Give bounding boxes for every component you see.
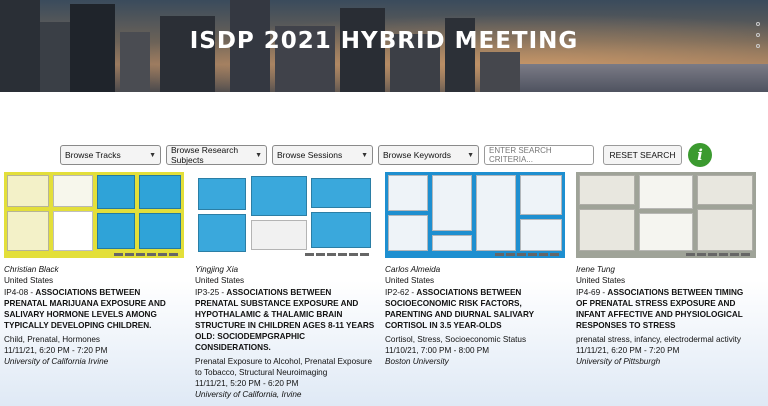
browse-sessions-label: Browse Sessions	[277, 150, 343, 160]
reset-search-button[interactable]: RESET SEARCH	[603, 145, 682, 165]
search-input[interactable]: ENTER SEARCH CRITERIA...	[484, 145, 594, 165]
poster-code: IP4-08	[4, 288, 29, 297]
browse-sessions-select[interactable]: Browse Sessions ▼	[272, 145, 373, 165]
author-name: Irene Tung	[576, 265, 615, 274]
author-country: United States	[576, 276, 626, 285]
browse-keywords-select[interactable]: Browse Keywords ▼	[378, 145, 479, 165]
poster-title-text: ASSOCIATIONS BETWEEN PRENATAL MARIJUANA …	[4, 288, 166, 330]
poster-thumbnail[interactable]	[385, 172, 565, 258]
poster-time: 11/11/21, 6:20 PM - 7:20 PM	[4, 346, 108, 355]
author-name: Carlos Almeida	[385, 265, 441, 274]
chevron-down-icon: ▼	[361, 151, 368, 159]
poster-keywords: Prenatal Exposure to Alcohol, Prenatal E…	[195, 357, 373, 377]
poster-title[interactable]: IP4-69 - ASSOCIATIONS BETWEEN TIMING OF …	[576, 287, 756, 331]
poster-time: 11/10/21, 7:00 PM - 8:00 PM	[385, 346, 490, 355]
poster-title[interactable]: IP4-08 - ASSOCIATIONS BETWEEN PRENATAL M…	[4, 287, 184, 331]
chevron-down-icon: ▼	[467, 151, 474, 159]
browse-tracks-label: Browse Tracks	[65, 150, 121, 160]
chevron-down-icon: ▼	[149, 151, 156, 159]
poster-institution: University of California Irvine	[4, 357, 109, 366]
poster-code: IP2-62	[385, 288, 410, 297]
poster-keywords: Cortisol, Stress, Socioeconomic Status	[385, 335, 527, 344]
poster-title[interactable]: IP3-25 - ASSOCIATIONS BETWEEN PRENATAL S…	[195, 287, 375, 353]
poster-code: IP4-69	[576, 288, 601, 297]
author-name: Yingjing Xia	[195, 265, 239, 274]
author-name: Christian Black	[4, 265, 59, 274]
poster-keywords: Child, Prenatal, Hormones	[4, 335, 101, 344]
poster-title-text: ASSOCIATIONS BETWEEN TIMING OF PRENATAL …	[576, 288, 744, 330]
poster-time: 11/11/21, 5:20 PM - 6:20 PM	[195, 379, 299, 388]
poster-institution: University of Pittsburgh	[576, 357, 661, 366]
poster-thumbnail[interactable]	[195, 172, 375, 258]
poster-card[interactable]: Carlos Almeida United States IP2-62 - AS…	[385, 172, 565, 367]
poster-card[interactable]: Christian Black United States IP4-08 - A…	[4, 172, 184, 367]
page-title: ISDP 2021 HYBRID MEETING	[189, 28, 579, 54]
header-banner: ISDP 2021 HYBRID MEETING	[0, 0, 768, 92]
poster-title[interactable]: IP2-62 - ASSOCIATIONS BETWEEN SOCIOECONO…	[385, 287, 565, 331]
poster-institution: Boston University	[385, 357, 449, 366]
carousel-dots[interactable]	[756, 22, 760, 55]
author-country: United States	[385, 276, 435, 285]
info-icon[interactable]: i	[688, 143, 712, 167]
poster-keywords: prenatal stress, infancy, electrodermal …	[576, 335, 742, 344]
poster-institution: University of California, Irvine	[195, 390, 302, 399]
poster-card[interactable]: Yingjing Xia United States IP3-25 - ASSO…	[195, 172, 375, 400]
browse-subjects-label: Browse Research Subjects	[171, 145, 239, 165]
filter-bar: Browse Tracks ▼ Browse Research Subjects ▼…	[60, 145, 479, 165]
poster-thumbnail[interactable]	[576, 172, 756, 258]
author-country: United States	[195, 276, 245, 285]
poster-title-text: ASSOCIATIONS BETWEEN PRENATAL SUBSTANCE …	[195, 288, 375, 352]
poster-time: 11/11/21, 6:20 PM - 7:20 PM	[576, 346, 680, 355]
author-country: United States	[4, 276, 54, 285]
browse-keywords-label: Browse Keywords	[383, 150, 452, 160]
browse-research-subjects-select[interactable]: Browse Research Subjects ▼	[166, 145, 267, 165]
browse-tracks-select[interactable]: Browse Tracks ▼	[60, 145, 161, 165]
poster-card[interactable]: Irene Tung United States IP4-69 - ASSOCI…	[576, 172, 756, 367]
poster-thumbnail[interactable]	[4, 172, 184, 258]
poster-code: IP3-25	[195, 288, 220, 297]
chevron-down-icon: ▼	[255, 151, 262, 159]
